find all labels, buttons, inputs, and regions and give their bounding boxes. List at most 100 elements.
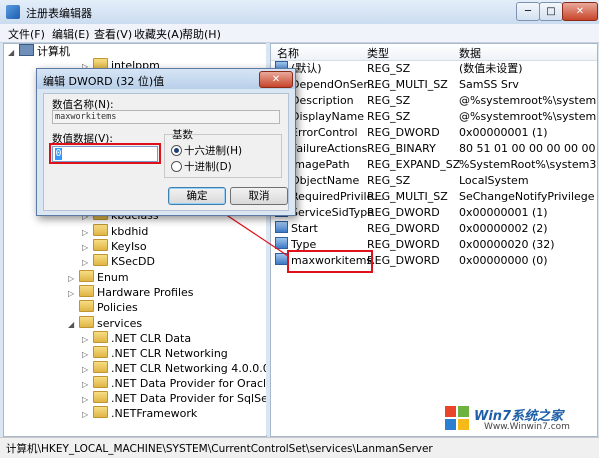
menu-edit[interactable]: 编辑(E) xyxy=(52,26,90,42)
tree-item-label: kbdhid xyxy=(111,225,149,238)
table-row[interactable]: (默认) REG_SZ (数值未设置) xyxy=(271,61,597,77)
value-data-cell: 80 51 01 00 00 00 00 00 00 xyxy=(459,142,598,155)
expand-arrow-icon[interactable]: ▷ xyxy=(82,225,92,240)
hex-radio-label[interactable]: 十六进制(H) xyxy=(184,143,242,158)
table-row[interactable]: DependOnSer... REG_MULTI_SZ SamSS Srv xyxy=(271,77,597,93)
menu-file[interactable]: 文件(F) xyxy=(8,26,45,42)
tree-item-label: Policies xyxy=(97,301,138,314)
status-bar: 计算机\HKEY_LOCAL_MACHINE\SYSTEM\CurrentCon… xyxy=(0,437,599,458)
tree-item-netframework[interactable]: ▷ .NETFramework xyxy=(82,406,197,421)
expand-arrow-icon[interactable]: ▷ xyxy=(82,362,92,377)
watermark: Win7系统之家 Www.Winwin7.com xyxy=(444,405,594,435)
dialog-close-button[interactable]: ✕ xyxy=(259,71,293,88)
menu-bar: 文件(F) 编辑(E) 查看(V) 收藏夹(A) 帮助(H) xyxy=(0,24,599,43)
value-data-cell: @%systemroot%\system32\srv xyxy=(459,110,597,123)
tree-root-label: 计算机 xyxy=(37,45,70,58)
value-data-highlight xyxy=(49,143,161,164)
tree-item-label: .NET CLR Data xyxy=(111,332,192,345)
expand-arrow-icon[interactable]: ▷ xyxy=(68,286,78,301)
collapse-arrow-icon[interactable]: ◢ xyxy=(8,45,18,60)
value-type-cell: REG_EXPAND_SZ xyxy=(367,158,461,171)
table-row[interactable]: ImagePath REG_EXPAND_SZ %SystemRoot%\sys… xyxy=(271,157,597,173)
value-type-cell: REG_SZ xyxy=(367,174,411,187)
table-row[interactable]: Description REG_SZ @%systemroot%\system3… xyxy=(271,93,597,109)
minimize-button[interactable]: ─ xyxy=(516,2,540,21)
table-row[interactable]: DisplayName REG_SZ @%systemroot%\system3… xyxy=(271,109,597,125)
tree-root[interactable]: ◢ 计算机 xyxy=(8,44,70,59)
hex-radio[interactable] xyxy=(171,145,182,156)
status-path: 计算机\HKEY_LOCAL_MACHINE\SYSTEM\CurrentCon… xyxy=(6,443,433,455)
value-data-cell: %SystemRoot%\system32\svch xyxy=(459,158,597,171)
expand-arrow-icon[interactable]: ▷ xyxy=(82,392,92,407)
close-button[interactable]: ✕ xyxy=(562,2,598,21)
decimal-radio[interactable] xyxy=(171,161,182,172)
folder-icon xyxy=(93,331,108,343)
maxworkitems-highlight xyxy=(287,250,373,273)
column-header-name[interactable]: 名称 xyxy=(277,45,299,61)
tree-item-label: KSecDD xyxy=(111,255,155,268)
column-header-data[interactable]: 数据 xyxy=(459,45,481,61)
folder-icon xyxy=(79,285,94,297)
windows-logo-icon xyxy=(445,406,469,430)
tree-item-enum[interactable]: ▷ Enum xyxy=(68,270,129,285)
table-row[interactable]: Start REG_DWORD 0x00000002 (2) xyxy=(271,221,597,237)
table-row[interactable]: ObjectName REG_SZ LocalSystem xyxy=(271,173,597,189)
tree-item-label: .NET CLR Networking xyxy=(111,347,228,360)
tree-item-keyiso[interactable]: ▷ KeyIso xyxy=(82,239,147,254)
value-data-cell: SamSS Srv xyxy=(459,78,519,91)
value-name-field: maxworkitems xyxy=(52,110,280,124)
collapse-arrow-icon[interactable]: ◢ xyxy=(68,317,78,332)
menu-view[interactable]: 查看(V) xyxy=(94,26,132,42)
tree-item-label: Enum xyxy=(97,271,129,284)
tree-item-hardware-profiles[interactable]: ▷ Hardware Profiles xyxy=(68,285,194,300)
maximize-button[interactable]: □ xyxy=(539,2,563,21)
tree-item-net-data-sqlserver[interactable]: ▷ .NET Data Provider for SqlServe xyxy=(82,391,266,407)
expand-arrow-icon[interactable]: ▷ xyxy=(68,271,78,286)
value-data-cell: SeChangeNotifyPrivilege SeImp xyxy=(459,190,597,203)
decimal-radio-label[interactable]: 十进制(D) xyxy=(184,159,232,174)
cancel-button[interactable]: 取消 xyxy=(230,187,288,205)
value-data-cell: @%systemroot%\system32\srv xyxy=(459,94,597,107)
value-type-cell: REG_DWORD xyxy=(367,254,440,267)
dialog-title: 编辑 DWORD (32 位)值 xyxy=(43,75,165,88)
table-row[interactable]: ServiceSidType REG_DWORD 0x00000001 (1) xyxy=(271,205,597,221)
value-data-cell: 0x00000020 (32) xyxy=(459,238,555,251)
folder-icon xyxy=(93,254,108,266)
table-row[interactable]: FailureActions REG_BINARY 80 51 01 00 00… xyxy=(271,141,597,157)
expand-arrow-icon[interactable]: ▷ xyxy=(82,255,92,270)
value-data-cell: LocalSystem xyxy=(459,174,529,187)
tree-item-net-clr-data[interactable]: ▷ .NET CLR Data xyxy=(82,331,191,346)
value-type-cell: REG_SZ xyxy=(367,94,411,107)
dialog-title-bar: 编辑 DWORD (32 位)值 ✕ xyxy=(37,69,295,89)
expand-arrow-icon[interactable]: ▷ xyxy=(82,377,92,392)
value-data-cell: 0x00000000 (0) xyxy=(459,254,548,267)
table-row[interactable]: RequiredPrivile... REG_MULTI_SZ SeChange… xyxy=(271,189,597,205)
table-row[interactable]: ErrorControl REG_DWORD 0x00000001 (1) xyxy=(271,125,597,141)
tree-item-label: services xyxy=(97,317,143,330)
menu-favorites[interactable]: 收藏夹(A) xyxy=(134,26,183,42)
column-header-type[interactable]: 类型 xyxy=(367,45,389,61)
value-type-cell: REG_DWORD xyxy=(367,126,440,139)
tree-item-net-data-oracle[interactable]: ▷ .NET Data Provider for Oracle xyxy=(82,376,266,392)
tree-item-kbdhid[interactable]: ▷ kbdhid xyxy=(82,224,148,239)
menu-help[interactable]: 帮助(H) xyxy=(182,26,221,42)
tree-item-net-clr-networking[interactable]: ▷ .NET CLR Networking xyxy=(82,346,228,361)
value-list[interactable]: 名称 类型 数据 (默认) REG_SZ (数值未设置) DependOnSer… xyxy=(270,43,598,437)
window-title: 注册表编辑器 xyxy=(26,7,92,20)
computer-icon xyxy=(19,44,34,56)
value-data-cell: 0x00000001 (1) xyxy=(459,126,548,139)
tree-item-ksecdd[interactable]: ▷ KSecDD xyxy=(82,254,155,269)
expand-arrow-icon[interactable]: ▷ xyxy=(82,240,92,255)
value-type-cell: REG_BINARY xyxy=(367,142,436,155)
value-type-cell: REG_SZ xyxy=(367,62,411,75)
value-type-cell: REG_DWORD xyxy=(367,222,440,235)
ok-button[interactable]: 确定 xyxy=(168,187,226,205)
tree-item-services[interactable]: ◢ services xyxy=(68,316,142,331)
tree-item-net-clr-networking-4[interactable]: ▷ .NET CLR Networking 4.0.0.0 xyxy=(82,361,266,377)
expand-arrow-icon[interactable]: ▷ xyxy=(82,347,92,362)
expand-arrow-icon[interactable]: ▷ xyxy=(82,332,92,347)
folder-icon xyxy=(79,270,94,282)
tree-item-policies[interactable]: Policies xyxy=(68,300,138,315)
expand-arrow-icon[interactable]: ▷ xyxy=(82,407,92,422)
folder-icon xyxy=(93,391,108,403)
